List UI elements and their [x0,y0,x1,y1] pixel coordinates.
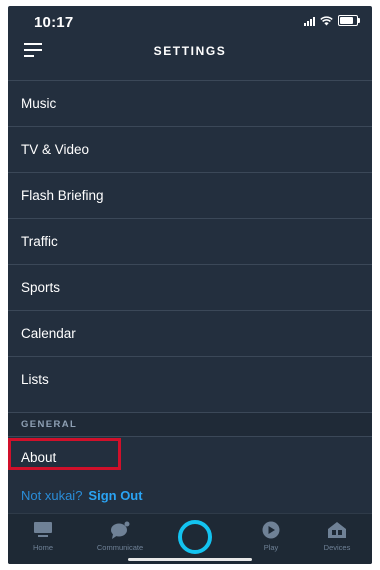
chat-bubble-icon [111,521,130,539]
settings-item-sports[interactable]: Sports [8,264,372,310]
sign-out-link[interactable]: Sign Out [88,488,142,503]
status-time: 10:17 [34,14,74,31]
page-title: SETTINGS [153,44,227,58]
cellular-signal-icon [304,16,315,26]
nav-devices-label: Devices [323,543,351,552]
settings-item-traffic[interactable]: Traffic [8,218,372,264]
nav-play[interactable]: Play [236,520,306,552]
top-bar: SETTINGS [8,34,372,74]
battery-icon [338,15,360,26]
bottom-navigation: Home Communicate Play Devices [8,513,372,564]
battery-level [340,17,353,24]
nav-home[interactable]: Home [8,520,78,552]
alexa-button[interactable] [178,520,212,554]
status-bar: 10:17 [8,6,372,34]
nav-play-label: Play [263,543,279,552]
nav-communicate[interactable]: Communicate [85,520,155,552]
status-icons [304,15,360,26]
settings-item-tv-video[interactable]: TV & Video [8,126,372,172]
nav-home-label: Home [32,543,53,552]
nav-devices[interactable]: Devices [302,520,372,552]
account-row: Not xukai? Sign Out [21,488,143,503]
devices-house-icon [328,522,346,538]
settings-item-calendar[interactable]: Calendar [8,310,372,356]
app-screen: 10:17 SETTINGS Music TV & Video Flash Br… [8,6,372,564]
section-header-general: GENERAL [8,412,372,436]
nav-communicate-label: Communicate [96,543,144,552]
not-user-text: Not xukai? [21,488,83,503]
settings-list: Music TV & Video Flash Briefing Traffic … [8,80,372,402]
settings-item-music[interactable]: Music [8,80,372,126]
highlight-annotation [8,438,121,470]
settings-item-flash-briefing[interactable]: Flash Briefing [8,172,372,218]
play-icon [262,521,280,539]
settings-item-lists[interactable]: Lists [8,356,372,402]
wifi-icon [320,15,333,25]
home-indicator[interactable] [128,558,252,561]
home-tv-icon [34,522,52,537]
